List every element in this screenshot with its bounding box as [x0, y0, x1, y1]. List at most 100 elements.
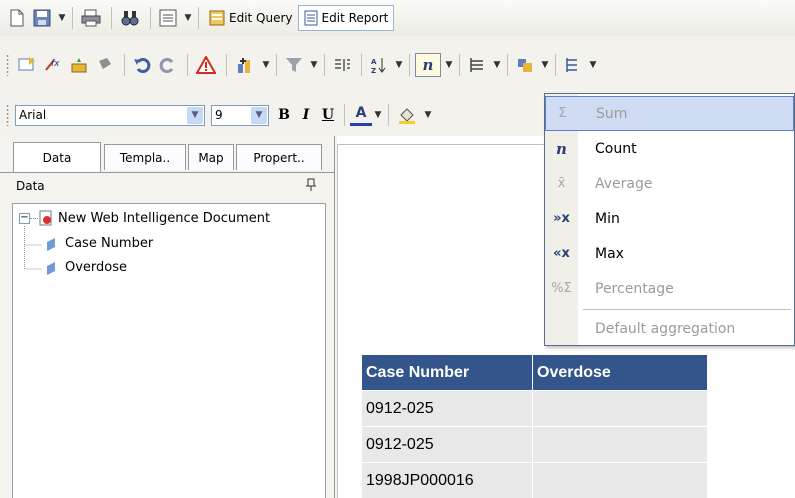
- edit-query-button[interactable]: Edit Query: [204, 5, 298, 31]
- chevron-down-icon[interactable]: ▼: [251, 106, 267, 124]
- new-document-icon[interactable]: [6, 6, 28, 30]
- table-cell[interactable]: 0912-025: [361, 426, 533, 463]
- save-icon[interactable]: [30, 6, 54, 30]
- toolbar-separator: [124, 54, 125, 76]
- toolbar-separator: [72, 7, 73, 29]
- warning-icon[interactable]: [193, 53, 219, 77]
- toolbar-grip[interactable]: [6, 104, 9, 126]
- table-cell[interactable]: [532, 426, 708, 463]
- toolbar-separator: [187, 54, 188, 76]
- find-icon[interactable]: [117, 6, 143, 30]
- menu-separator: [583, 309, 791, 310]
- view-mode-dropdown-icon[interactable]: ▼: [183, 13, 193, 23]
- tab-properties[interactable]: Propert..: [236, 144, 322, 170]
- border-dropdown-icon[interactable]: ▼: [540, 60, 550, 70]
- view-mode-icon[interactable]: [156, 6, 180, 30]
- table-row: 0912-025: [361, 390, 708, 427]
- column-header[interactable]: Overdose: [532, 354, 708, 391]
- fill-color-dropdown-icon[interactable]: ▼: [423, 110, 433, 120]
- undo-icon[interactable]: [130, 53, 154, 77]
- font-color-button[interactable]: A: [350, 104, 372, 126]
- fill-color-icon[interactable]: [394, 103, 420, 127]
- save-dropdown-icon[interactable]: ▼: [57, 13, 67, 23]
- table-row: 0912-025: [361, 426, 708, 463]
- italic-button[interactable]: I: [295, 107, 317, 123]
- table-cell[interactable]: 1998JP000016: [361, 462, 533, 498]
- drill-icon[interactable]: [561, 53, 585, 77]
- data-panel-header: Data: [0, 176, 335, 196]
- menu-item-average[interactable]: x̄ Average: [545, 166, 794, 201]
- insert-row-dropdown-icon[interactable]: ▼: [492, 60, 502, 70]
- page-margin-line: [337, 144, 338, 498]
- align-icon[interactable]: [330, 53, 354, 77]
- edit-report-label: Edit Report: [321, 11, 389, 25]
- filter-icon[interactable]: [282, 53, 306, 77]
- aggregate-dropdown-icon[interactable]: ▼: [444, 60, 454, 70]
- filter-dropdown-icon[interactable]: ▼: [309, 60, 319, 70]
- underline-button[interactable]: U: [317, 107, 339, 123]
- font-size-select[interactable]: 9 ▼: [211, 104, 269, 126]
- toolbar-separator: [507, 54, 508, 76]
- bold-button[interactable]: B: [273, 107, 295, 123]
- menu-item-min[interactable]: »x Min: [545, 201, 794, 236]
- data-tree: − New Web Intelligence Document Case Num…: [12, 203, 326, 498]
- breaks-icon[interactable]: [232, 53, 258, 77]
- insert-cell-icon[interactable]: [15, 53, 39, 77]
- print-icon[interactable]: [78, 6, 104, 30]
- edit-report-button[interactable]: Edit Report: [297, 5, 395, 31]
- collapse-icon[interactable]: −: [19, 212, 30, 224]
- tree-item[interactable]: Case Number: [45, 236, 153, 251]
- tree-item[interactable]: Overdose: [45, 260, 127, 275]
- percentage-icon: %Σ: [551, 281, 572, 296]
- format-painter-icon[interactable]: [93, 53, 117, 77]
- menu-item-percentage[interactable]: %Σ Percentage: [545, 271, 794, 306]
- dimension-object-icon: [47, 237, 55, 251]
- chevron-down-icon[interactable]: ▼: [187, 106, 203, 124]
- menu-item-label: Average: [595, 175, 653, 192]
- redo-icon[interactable]: [156, 53, 180, 77]
- border-icon[interactable]: [513, 53, 537, 77]
- table-cell[interactable]: [532, 462, 708, 498]
- toolbar-separator: [276, 54, 277, 76]
- menu-item-default-aggregation[interactable]: Default aggregation: [545, 311, 794, 346]
- min-icon: »x: [553, 211, 570, 226]
- menu-item-label: Count: [595, 140, 637, 157]
- report-table[interactable]: Case Number Overdose 0912-025 0912-025 1…: [361, 354, 708, 498]
- sort-ascending-icon[interactable]: AZ: [367, 53, 391, 77]
- main-toolbar: ▼ ▼ Edit Query Edit Report: [0, 0, 795, 36]
- menu-item-sum[interactable]: Σ Sum: [545, 96, 794, 131]
- tab-data[interactable]: Data: [13, 142, 101, 172]
- toolbar-separator: [344, 104, 345, 126]
- drill-dropdown-icon[interactable]: ▼: [588, 60, 598, 70]
- toolbar-separator: [150, 7, 151, 29]
- average-icon: x̄: [557, 176, 566, 191]
- svg-text:A: A: [371, 58, 377, 66]
- font-name-value: Arial: [19, 108, 47, 122]
- tab-underline: [0, 172, 335, 173]
- new-variable-icon[interactable]: [67, 53, 91, 77]
- font-size-value: 9: [215, 108, 223, 122]
- tab-templates[interactable]: Templa..: [104, 144, 186, 170]
- font-name-select[interactable]: Arial ▼: [15, 104, 205, 126]
- breaks-dropdown-icon[interactable]: ▼: [261, 60, 271, 70]
- font-color-dropdown-icon[interactable]: ▼: [373, 110, 383, 120]
- menu-item-max[interactable]: «x Max: [545, 236, 794, 271]
- column-header[interactable]: Case Number: [361, 354, 533, 391]
- sort-dropdown-icon[interactable]: ▼: [394, 60, 404, 70]
- menu-item-label: Sum: [596, 105, 628, 122]
- table-cell[interactable]: 0912-025: [361, 390, 533, 427]
- tree-root[interactable]: − New Web Intelligence Document: [19, 210, 270, 226]
- tab-map[interactable]: Map: [188, 144, 234, 170]
- formula-icon[interactable]: fx: [41, 53, 65, 77]
- pin-icon[interactable]: [305, 178, 317, 195]
- svg-text:Z: Z: [371, 67, 376, 74]
- tree-item-label: Case Number: [65, 236, 154, 251]
- aggregate-button[interactable]: n: [415, 53, 441, 77]
- table-cell[interactable]: [532, 390, 708, 427]
- toolbar-grip[interactable]: [6, 54, 9, 76]
- insert-row-icon[interactable]: [465, 53, 489, 77]
- document-icon: [39, 210, 52, 226]
- menu-item-count[interactable]: n Count: [545, 131, 794, 166]
- toolbar-separator: [111, 7, 112, 29]
- tree-item-label: Overdose: [65, 260, 128, 275]
